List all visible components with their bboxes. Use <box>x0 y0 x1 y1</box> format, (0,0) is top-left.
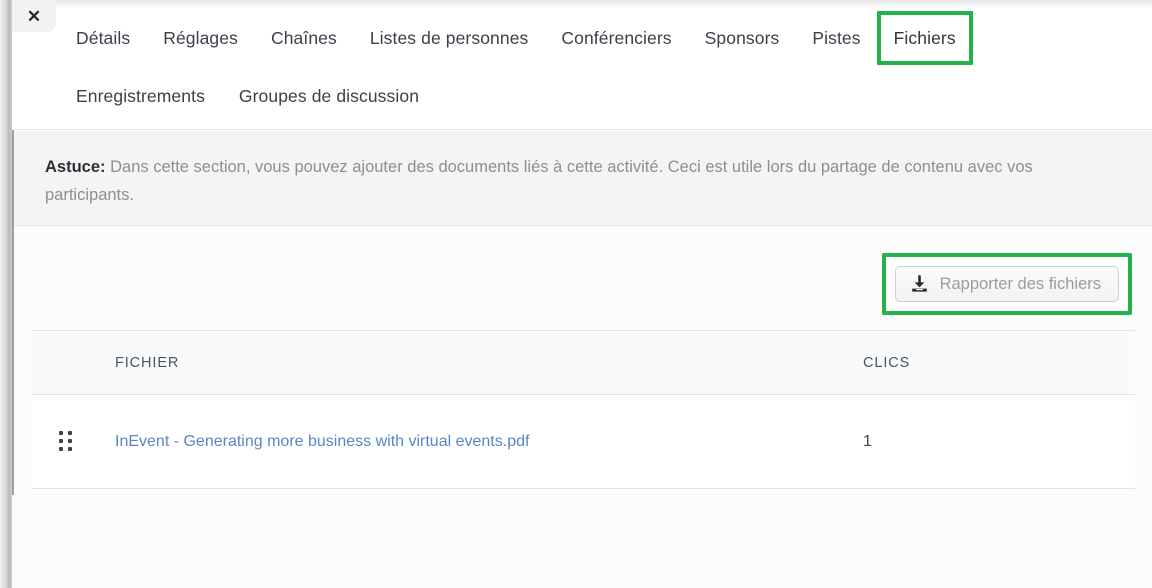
drag-handle-icon[interactable] <box>59 431 73 452</box>
tab-pistes[interactable]: Pistes <box>812 22 860 55</box>
tab-reglages[interactable]: Réglages <box>163 22 238 55</box>
tab-fichiers[interactable]: Fichiers <box>876 11 973 65</box>
import-files-label: Rapporter des fichiers <box>939 274 1101 293</box>
tip-label: Astuce: <box>45 158 106 176</box>
tab-label: Chaînes <box>270 28 337 48</box>
tip-banner: Astuce: Dans cette section, vous pouvez … <box>14 131 1152 226</box>
active-tab-underline <box>887 61 962 65</box>
tab-chaines[interactable]: Chaînes <box>271 22 337 55</box>
top-chrome-strip <box>12 0 1152 8</box>
tab-row-primary: Détails Réglages Chaînes Listes de perso… <box>76 11 1152 76</box>
tab-bar: Détails Réglages Chaînes Listes de perso… <box>12 8 1152 130</box>
file-link[interactable]: InEvent - Generating more business with … <box>115 433 529 450</box>
tip-text: Astuce: Dans cette section, vous pouvez … <box>45 153 1118 209</box>
table-row[interactable]: InEvent - Generating more business with … <box>31 395 1135 489</box>
drag-dot <box>68 447 72 451</box>
tab-label: Groupes de discussion <box>238 86 420 106</box>
table-header-row: FICHIER CLICS <box>31 330 1135 395</box>
table-header-clics: CLICS <box>863 354 911 371</box>
files-content-panel: Rapporter des fichiers FICHIER CLICS InE… <box>14 226 1152 588</box>
tab-label: Listes de personnes <box>369 28 529 48</box>
tab-enregistrements[interactable]: Enregistrements <box>76 80 205 113</box>
table-body: InEvent - Generating more business with … <box>31 395 1135 489</box>
application-frame: Détails Réglages Chaînes Listes de perso… <box>0 0 1152 588</box>
tab-label: Détails <box>76 28 131 48</box>
tab-row-secondary: Enregistrements Groupes de discussion <box>76 76 1152 134</box>
tab-groupes-de-discussion[interactable]: Groupes de discussion <box>239 80 419 113</box>
table-header-fichier: FICHIER <box>115 354 180 371</box>
clics-count: 1 <box>863 432 872 450</box>
drag-dot <box>59 439 63 443</box>
tab-label: Réglages <box>163 28 238 48</box>
drag-dot <box>59 431 63 435</box>
drag-dot <box>68 439 72 443</box>
tab-details[interactable]: Détails <box>76 22 130 55</box>
table-cell-clics: 1 <box>863 433 1135 451</box>
tab-label: Sponsors <box>704 28 780 48</box>
drag-dot <box>68 431 72 435</box>
tab-label: Fichiers <box>893 28 956 48</box>
table-cell-fichier: InEvent - Generating more business with … <box>115 433 863 451</box>
tab-label: Pistes <box>812 28 861 48</box>
table-cell-handle <box>31 431 115 452</box>
annotation-highlight-box-import-button: Rapporter des fichiers <box>881 253 1132 315</box>
download-icon <box>910 274 929 294</box>
tab-label: Enregistrements <box>76 86 205 106</box>
tab-sponsors[interactable]: Sponsors <box>705 22 780 55</box>
tab-listes-de-personnes[interactable]: Listes de personnes <box>370 22 529 55</box>
files-table: FICHIER CLICS InEvent - Generating more … <box>31 330 1135 489</box>
tab-conferenciers[interactable]: Conférenciers <box>561 22 671 55</box>
left-edge-shadow <box>0 0 12 588</box>
close-icon: ✕ <box>26 6 42 26</box>
close-button[interactable]: ✕ <box>12 0 56 32</box>
toolbar: Rapporter des fichiers <box>881 253 1132 315</box>
tip-body: Dans cette section, vous pouvez ajouter … <box>45 158 1033 204</box>
tab-rows: Détails Réglages Chaînes Listes de perso… <box>76 11 1152 134</box>
import-files-button[interactable]: Rapporter des fichiers <box>894 266 1119 302</box>
tab-label: Conférenciers <box>561 28 672 48</box>
drag-dot <box>59 447 63 451</box>
